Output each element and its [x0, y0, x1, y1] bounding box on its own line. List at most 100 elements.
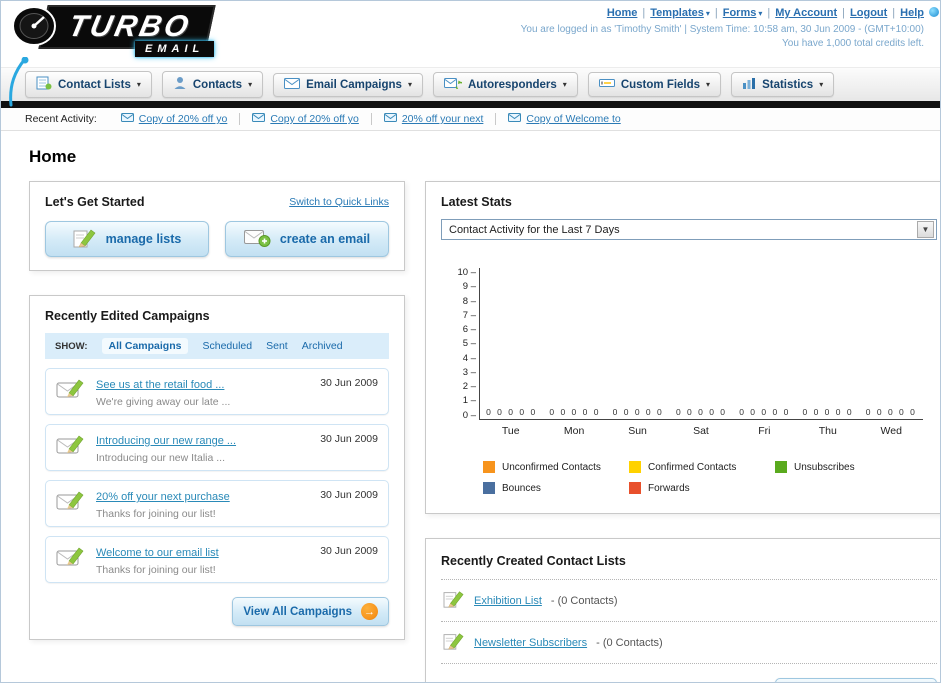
link-forms[interactable]: Forms	[723, 7, 757, 19]
separator: |	[714, 7, 718, 19]
recent-activity-item[interactable]: 20% off your next	[372, 113, 497, 125]
contact-list-link[interactable]: Newsletter Subscribers	[474, 637, 587, 649]
right-column: Latest Stats Contact Activity for the La…	[425, 181, 940, 682]
nav-tab-contacts[interactable]: Contacts ▾	[161, 71, 264, 98]
link-templates[interactable]: Templates	[650, 7, 704, 19]
logo-email-wordmark: EMAIL	[135, 41, 215, 57]
chart-value-group: 0 0 0 0 0	[549, 407, 601, 417]
campaign-row[interactable]: Welcome to our email list Thanks for joi…	[45, 536, 389, 583]
chart-x-label: Thu	[818, 425, 837, 437]
nav-tab-statistics[interactable]: Statistics ▾	[731, 72, 835, 97]
legend-swatch	[483, 461, 495, 473]
separator: |	[767, 7, 771, 19]
chart-value-group: 0 0 0 0 0	[802, 407, 854, 417]
tab-all-campaigns[interactable]: All Campaigns	[101, 338, 189, 354]
see-all-contact-lists-button[interactable]: See All Contact Lists →	[775, 678, 937, 682]
contact-list-count: - (0 Contacts)	[550, 594, 618, 607]
recent-activity-item-label: Copy of 20% off yo	[270, 113, 359, 125]
manage-lists-label: manage lists	[105, 232, 182, 246]
chevron-down-icon: ▾	[562, 80, 567, 89]
link-my-account[interactable]: My Account	[775, 7, 837, 19]
legend-label: Confirmed Contacts	[648, 461, 737, 473]
top-bar: TURBO EMAIL Home | Templates ▾ | Forms ▾ | My Ac…	[1, 1, 940, 107]
campaign-row[interactable]: 20% off your next purchase Thanks for jo…	[45, 480, 389, 527]
credits-info: You have 1,000 total credits left.	[782, 38, 924, 49]
chart-value-group: 0 0 0 0 0	[675, 407, 728, 417]
contacts-icon	[173, 76, 187, 93]
page: TURBO EMAIL Home | Templates ▾ | Forms ▾ | My Ac…	[0, 0, 941, 683]
dropdown-arrow-icon: ▼	[917, 221, 934, 238]
get-started-title: Let's Get Started	[45, 195, 145, 209]
chart-x-labels: Tue Mon Sun Sat Fri Thu Wed	[479, 425, 923, 437]
contact-list-row: Exhibition List - (0 Contacts)	[441, 580, 937, 622]
link-logout[interactable]: Logout	[850, 7, 887, 19]
nav-tab-contact-lists[interactable]: Contact Lists ▾	[25, 71, 152, 98]
tab-sent[interactable]: Sent	[266, 340, 288, 352]
campaigns-title: Recently Edited Campaigns	[45, 309, 210, 323]
chart-y-tick: 3 –	[462, 366, 476, 378]
campaign-subtitle: Introducing our new Italia ...	[96, 452, 225, 464]
legend-item: Forwards	[629, 482, 775, 494]
recent-activity-item-label: Copy of Welcome to	[526, 113, 621, 125]
envelope-pencil-icon	[56, 376, 86, 405]
chart-y-tick: 8 –	[462, 295, 476, 307]
stats-filter-selected-value: Contact Activity for the Last 7 Days	[449, 223, 620, 236]
chart-x-label: Fri	[758, 425, 771, 437]
campaign-subtitle: We're giving away our late ...	[96, 396, 231, 408]
show-label: SHOW:	[55, 340, 88, 352]
campaign-title-link[interactable]: See us at the retail food ...	[96, 379, 224, 391]
envelope-pencil-icon	[56, 488, 86, 517]
chart-y-tick: 2 –	[462, 381, 476, 392]
legend-label: Unsubscribes	[794, 461, 855, 473]
contact-list-link[interactable]: Exhibition List	[474, 595, 542, 607]
view-all-campaigns-label: View All Campaigns	[243, 605, 352, 618]
tab-scheduled[interactable]: Scheduled	[202, 340, 252, 352]
pencil-paper-icon	[73, 227, 97, 252]
chart-y-axis: 10 – 9 – 8 – 7 – 6 – 5 – 4 – 3 – 2 – 1 – 0 –	[449, 268, 479, 420]
recent-activity-item[interactable]: Copy of 20% off yo	[109, 113, 241, 125]
campaign-title-link[interactable]: Welcome to our email list	[96, 547, 219, 559]
nav-tab-custom-fields[interactable]: Custom Fields ▾	[587, 72, 722, 97]
tab-archived[interactable]: Archived	[302, 340, 343, 352]
email-icon	[120, 113, 134, 125]
stats-filter-dropdown[interactable]: Contact Activity for the Last 7 Days ▼	[441, 219, 937, 240]
chevron-down-icon: ▾	[248, 80, 253, 89]
recent-activity-item[interactable]: Copy of Welcome to	[496, 113, 632, 125]
chart-y-tick: 4 –	[462, 352, 476, 364]
chevron-down-icon: ▾	[407, 80, 412, 89]
legend-label: Forwards	[648, 482, 690, 494]
create-email-button[interactable]: create an email	[225, 221, 389, 257]
chart-x-label: Mon	[563, 425, 585, 437]
campaign-title-link[interactable]: Introducing our new range ...	[96, 435, 236, 447]
link-help[interactable]: Help	[900, 7, 924, 19]
campaign-title-link[interactable]: 20% off your next purchase	[96, 491, 230, 503]
nav-tab-email-campaigns[interactable]: Email Campaigns ▾	[273, 72, 423, 97]
recent-activity-item[interactable]: Copy of 20% off yo	[240, 113, 372, 125]
legend-swatch	[483, 482, 495, 494]
separator: |	[642, 7, 646, 19]
speedometer-icon	[11, 5, 57, 52]
legend-swatch	[629, 461, 641, 473]
chevron-down-icon: ▾	[819, 80, 824, 89]
legend-item: Bounces	[483, 482, 629, 494]
chart-x-label: Sat	[693, 425, 709, 437]
chart-values-row: 0 0 0 0 0 0 0 0 0 0 0 0 0 0 0 0 0 0 0 0 0 0 …	[480, 407, 923, 417]
legend-item: Unconfirmed Contacts	[483, 461, 629, 473]
nav-tab-label: Statistics	[762, 78, 814, 91]
campaign-subtitle: Thanks for joining our list!	[96, 564, 216, 576]
link-home[interactable]: Home	[607, 7, 638, 19]
manage-lists-button[interactable]: manage lists	[45, 221, 209, 257]
switch-quick-links-link[interactable]: Switch to Quick Links	[289, 196, 389, 208]
campaign-row[interactable]: Introducing our new range ... Introducin…	[45, 424, 389, 471]
view-all-campaigns-button[interactable]: View All Campaigns →	[232, 597, 389, 626]
chart-legend: Unconfirmed Contacts Confirmed Contacts Un…	[483, 461, 923, 494]
logo[interactable]: TURBO EMAIL	[11, 5, 216, 57]
header-links: Home | Templates ▾ | Forms ▾ | My Account | Logout…	[521, 7, 924, 19]
chevron-down-icon: ▾	[705, 9, 710, 18]
custom-fields-icon	[598, 77, 615, 92]
campaign-row[interactable]: See us at the retail food ... We're givi…	[45, 368, 389, 415]
nav-tab-autoresponders[interactable]: Autoresponders ▾	[432, 72, 578, 97]
email-icon	[383, 113, 397, 125]
contact-lists-title: Recently Created Contact Lists	[441, 554, 626, 568]
main-content: Home Let's Get Started Switch to Quick L…	[1, 131, 940, 682]
